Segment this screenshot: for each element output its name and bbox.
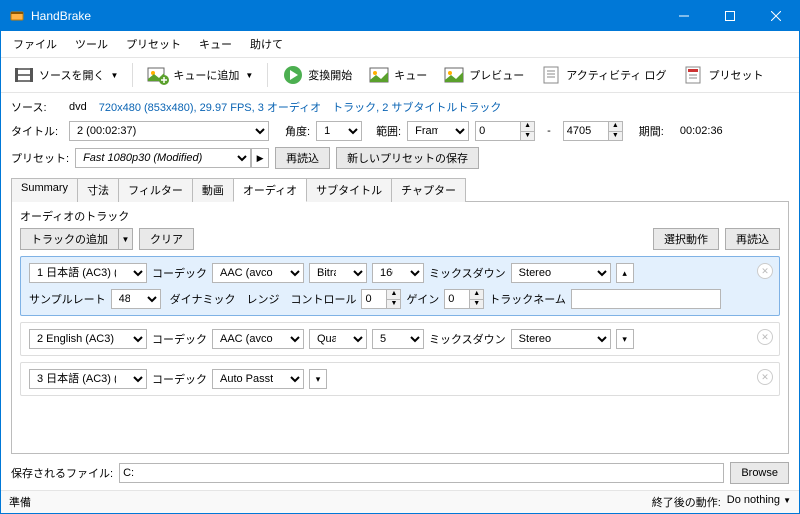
track-name-input[interactable] [571, 289, 721, 309]
preset-label: プリセット: [11, 150, 69, 166]
image-icon [368, 64, 390, 86]
track-source-select[interactable]: 2 English (AC3) (2.0 c [29, 329, 147, 349]
add-queue-button[interactable]: キューに追加▼ [141, 62, 259, 88]
reload-preset-button[interactable]: 再読込 [275, 147, 330, 169]
remove-track-icon[interactable]: ✕ [757, 263, 773, 279]
title-label: タイトル: [11, 123, 63, 139]
angle-select[interactable]: 1 [316, 121, 362, 141]
image-plus-icon [147, 64, 169, 86]
remove-track-icon[interactable]: ✕ [757, 369, 773, 385]
preset-arrow-button[interactable]: ▶ [251, 148, 269, 168]
audio-track-1: ✕ 1 日本語 (AC3) (2.0 ch コーデック AAC (avcodec… [20, 256, 780, 316]
menu-tools[interactable]: ツール [67, 33, 116, 55]
tab-dimensions[interactable]: 寸法 [77, 178, 119, 202]
track-source-select[interactable]: 3 日本語 (AC3) (2.0 ch [29, 369, 147, 389]
collapse-button[interactable]: ▴ [616, 263, 634, 283]
source-info: 720x480 (853x480), 29.97 FPS, 3 オーディオ トラ… [99, 99, 502, 115]
minimize-button[interactable] [661, 1, 707, 31]
status-text: 準備 [9, 494, 31, 510]
preview-button[interactable]: プレビュー [437, 62, 530, 88]
save-new-preset-button[interactable]: 新しいプリセットの保存 [336, 147, 479, 169]
angle-label: 角度: [285, 123, 310, 139]
codec-select[interactable]: AAC (avcodec) [212, 263, 304, 283]
titlebar: HandBrake [1, 1, 799, 31]
source-name: dvd [69, 101, 87, 113]
preset-select[interactable]: Fast 1080p30 (Modified) [75, 148, 251, 168]
tab-audio[interactable]: オーディオ [233, 178, 307, 202]
expand-button[interactable]: ▾ [616, 329, 634, 349]
source-label: ソース: [11, 99, 63, 115]
tab-summary[interactable]: Summary [11, 178, 78, 202]
tab-filters[interactable]: フィルター [118, 178, 193, 202]
remove-track-icon[interactable]: ✕ [757, 329, 773, 345]
bitrate-select[interactable]: 160 [372, 263, 424, 283]
preset-icon [682, 64, 704, 86]
audio-track-2: ✕ 2 English (AC3) (2.0 c コーデック AAC (avco… [20, 322, 780, 356]
queue-button[interactable]: キュー [362, 62, 433, 88]
range-to-input[interactable]: ▲▼ [563, 121, 623, 141]
tab-chapters[interactable]: チャプター [391, 178, 466, 202]
tabs: Summary 寸法 フィルター 動画 オーディオ サブタイトル チャプター [11, 177, 789, 202]
tab-video[interactable]: 動画 [192, 178, 234, 202]
audio-tracks-label: オーディオのトラック [20, 208, 780, 224]
app-title: HandBrake [31, 9, 91, 23]
menu-presets[interactable]: プリセット [118, 33, 189, 55]
maximize-button[interactable] [707, 1, 753, 31]
range-from-input[interactable]: ▲▼ [475, 121, 535, 141]
duration-value: 00:02:36 [680, 125, 723, 137]
app-icon [9, 8, 25, 24]
quality-select[interactable]: 5 [372, 329, 424, 349]
mixdown-select[interactable]: Stereo [511, 329, 611, 349]
image-icon [443, 64, 465, 86]
add-track-button[interactable]: トラックの追加 [20, 228, 119, 250]
statusbar: 準備 終了後の動作: Do nothing ▼ [1, 490, 799, 513]
save-label: 保存されるファイル: [11, 465, 113, 481]
after-done-value[interactable]: Do nothing ▼ [727, 494, 791, 510]
chevron-down-icon: ▼ [245, 71, 253, 80]
menu-queue[interactable]: キュー [191, 33, 240, 55]
start-button[interactable]: 変換開始 [276, 62, 358, 88]
menubar: ファイル ツール プリセット キュー 助けて [1, 31, 799, 58]
track-source-select[interactable]: 1 日本語 (AC3) (2.0 ch [29, 263, 147, 283]
close-button[interactable] [753, 1, 799, 31]
expand-button[interactable]: ▾ [309, 369, 327, 389]
range-label: 範囲: [376, 123, 401, 139]
mixdown-select[interactable]: Stereo [511, 263, 611, 283]
chevron-down-icon: ▼ [110, 71, 118, 80]
save-path-input[interactable] [119, 463, 724, 483]
audio-panel: オーディオのトラック トラックの追加▼ クリア 選択動作 再読込 ✕ 1 日本語… [11, 202, 789, 454]
audio-track-3: ✕ 3 日本語 (AC3) (2.0 ch コーデック Auto Passthr… [20, 362, 780, 396]
open-source-button[interactable]: ソースを開く▼ [7, 62, 124, 88]
tab-subtitles[interactable]: サブタイトル [306, 178, 392, 202]
drc-input[interactable]: ▲▼ [361, 289, 401, 309]
preset-button[interactable]: プリセット [676, 62, 769, 88]
clear-tracks-button[interactable]: クリア [139, 228, 194, 250]
title-select[interactable]: 2 (00:02:37) [69, 121, 269, 141]
codec-select[interactable]: Auto Passthru [212, 369, 304, 389]
range-type-select[interactable]: Frames [407, 121, 469, 141]
menu-file[interactable]: ファイル [5, 33, 65, 55]
samplerate-select[interactable]: 48 [111, 289, 161, 309]
duration-label: 期間: [639, 123, 664, 139]
add-track-dropdown[interactable]: ▼ [119, 228, 133, 250]
gain-input[interactable]: ▲▼ [444, 289, 484, 309]
browse-button[interactable]: Browse [730, 462, 789, 484]
activity-button[interactable]: アクティビティ ログ [534, 62, 672, 88]
after-done-label: 終了後の動作: [652, 494, 721, 510]
audio-reload-button[interactable]: 再読込 [725, 228, 780, 250]
mode-select[interactable]: Quality: [309, 329, 367, 349]
toolbar: ソースを開く▼ キューに追加▼ 変換開始 キュー プレビュー アクティビティ ロ… [1, 58, 799, 93]
log-icon [540, 64, 562, 86]
play-icon [282, 64, 304, 86]
codec-select[interactable]: AAC (avcodec) [212, 329, 304, 349]
selection-behavior-button[interactable]: 選択動作 [653, 228, 719, 250]
mode-select[interactable]: Bitrate: [309, 263, 367, 283]
film-icon [13, 64, 35, 86]
menu-help[interactable]: 助けて [242, 33, 291, 55]
